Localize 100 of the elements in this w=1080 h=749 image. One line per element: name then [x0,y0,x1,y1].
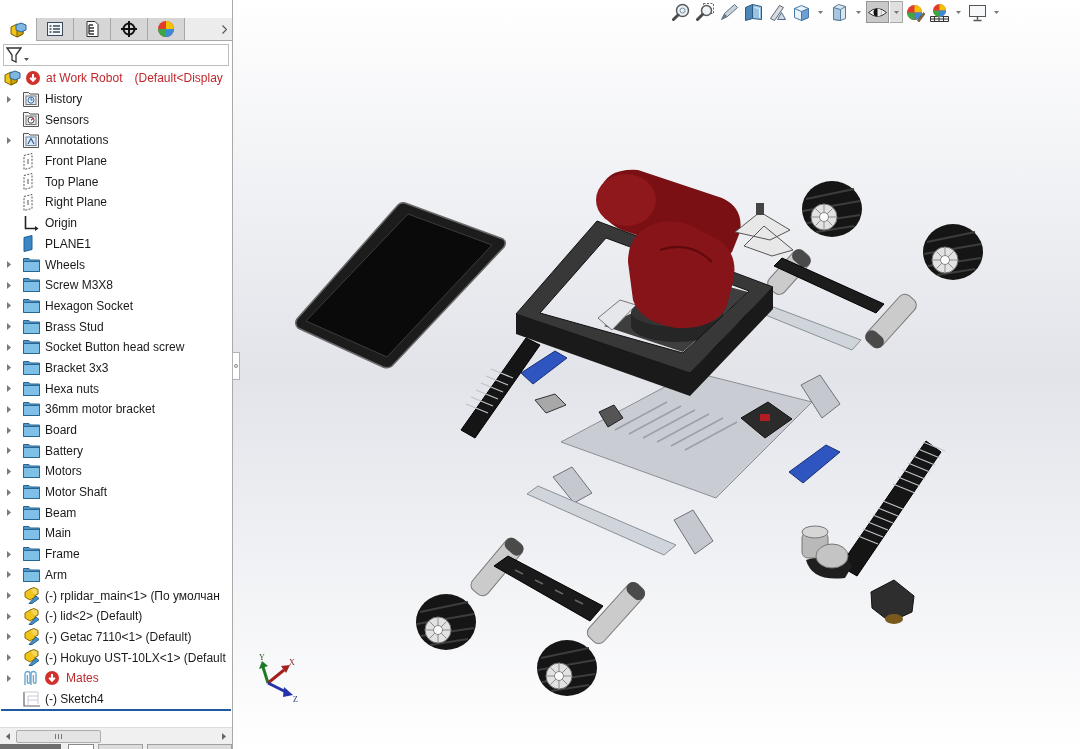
expand-arrow-icon[interactable] [7,654,11,662]
assembly-name[interactable]: at Work Robot [46,69,123,88]
property-tab[interactable] [37,18,74,40]
chevron-right-icon [221,24,227,34]
plane-icon [23,173,33,191]
tree-item[interactable]: Origin [45,214,77,233]
caret-icon [956,10,961,14]
origin-axes-icon [23,215,39,232]
configuration-tab[interactable] [74,18,111,40]
tree-item[interactable]: Beam [45,503,77,522]
tree-item[interactable]: Wheels [45,255,85,274]
configuration-name: (Default<Display [134,70,223,88]
sensor-board [520,350,568,385]
tree-item[interactable]: Motors [45,462,82,481]
camera-module [870,579,915,624]
expand-arrow-icon[interactable] [7,550,11,558]
paperclip-icon [23,670,37,687]
expand-arrow-icon[interactable] [7,674,11,682]
tree-item[interactable]: Sensors [45,110,90,129]
tree-item[interactable]: Socket Button head screw [45,338,185,357]
tree-item[interactable]: Screw M3X8 [45,276,114,295]
expand-arrow-icon[interactable] [7,385,11,393]
expand-arrow-icon[interactable] [7,426,11,434]
magnifier-frame-icon [696,2,715,22]
tree-item[interactable]: Hexa nuts [45,379,100,398]
crosshair-icon [121,21,137,37]
zoom-to-area-button[interactable] [694,1,717,23]
tree-item[interactable]: History [45,90,83,109]
tree-item[interactable]: (-) Hokuyo UST-10LX<1> (Default [45,648,226,667]
tree-item[interactable]: Top Plane [45,172,99,191]
section-box-icon [744,2,763,22]
apply-scene-button[interactable] [928,1,951,23]
tree-item[interactable]: Bracket 3x3 [45,358,109,377]
expand-arrow-icon[interactable] [7,323,11,331]
filter-field[interactable] [3,44,229,66]
folder-icon [23,567,40,582]
expand-arrow-icon[interactable] [7,509,11,517]
horizontal-scrollbar[interactable] [0,727,232,744]
tree-item[interactable]: Main [45,524,71,543]
tree-item[interactable]: Front Plane [45,152,108,171]
dimxpert-tab[interactable] [111,18,148,40]
tree-item[interactable]: (-) Getac 7110<1> (Default) [45,627,192,646]
scrollbar-thumb[interactable] [16,729,101,743]
tree-item[interactable]: Annotations [45,131,109,150]
tree-item[interactable]: Brass Stud [45,317,104,336]
circuit-board [740,401,793,439]
funnel-icon [6,47,22,63]
tree-item[interactable]: Arm [45,565,67,584]
caret-icon [893,10,899,14]
folder-icon [23,526,40,541]
tree-item[interactable]: Right Plane [45,193,108,212]
pen-tool-icon [768,2,787,22]
expand-arrow-icon[interactable] [7,633,11,641]
sketch-icon [23,690,41,707]
tree-item[interactable]: Frame [45,545,80,564]
expand-arrow-icon[interactable] [7,612,11,620]
configuration-icon [85,20,99,38]
scroll-right-icon[interactable] [222,732,226,740]
expand-arrow-icon[interactable] [7,343,11,351]
shaded-box-icon [830,2,849,22]
scroll-left-icon[interactable] [6,732,10,740]
tree-item[interactable]: Motor Shaft [45,483,108,502]
bracket [552,466,593,504]
expand-arrow-icon[interactable] [7,447,11,455]
grip-dot-icon [234,364,238,368]
hide-show-button[interactable] [866,1,889,23]
tree-item[interactable]: Board [45,421,78,440]
previous-view-button[interactable] [718,1,741,23]
expand-arrow-icon[interactable] [7,281,11,289]
bracket [673,509,714,555]
axis-label: X [289,658,295,667]
expand-arrow-icon[interactable] [7,592,11,600]
expand-arrow-icon[interactable] [7,488,11,496]
expand-arrow-icon[interactable] [7,571,11,579]
folder-icon [23,547,40,562]
expand-arrow-icon[interactable] [7,364,11,372]
sensor-board [788,444,841,484]
rollback-bar[interactable] [1,709,231,712]
tree-item[interactable]: 36mm motor bracket [45,400,156,419]
expand-arrow-icon[interactable] [7,405,11,413]
tree-item[interactable]: Mates [66,669,99,688]
expand-arrow-icon[interactable] [7,261,11,269]
tree-item[interactable]: (-) rplidar_main<1> (По умолчан [45,586,220,605]
expand-arrow-icon[interactable] [7,302,11,310]
section-view-button[interactable] [742,1,765,23]
folder-icon [23,505,40,520]
expand-arrow-icon[interactable] [7,136,11,144]
expand-arrow-icon[interactable] [7,95,11,103]
tree-item[interactable]: Hexagon Socket [45,296,134,315]
folder-icon [23,340,40,355]
tree-item[interactable]: (-) lid<2> (Default) [45,607,143,626]
expand-arrow-icon[interactable] [7,467,11,475]
tree-item[interactable]: Battery [45,441,83,460]
tree-item[interactable]: PLANE1 [45,234,92,253]
small-module [598,404,624,428]
tree-item[interactable]: (-) Sketch4 [45,689,104,708]
panel-collapse-handle[interactable] [232,352,240,380]
sheet-tab[interactable] [67,744,95,749]
feature-tree-tab[interactable] [0,18,37,41]
axis-label: Z [293,695,298,704]
